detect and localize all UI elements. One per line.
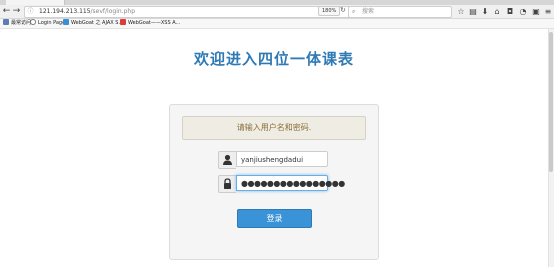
menu-icon[interactable]: ≡ <box>543 6 553 17</box>
url-path: /sevf/login.php <box>90 8 135 15</box>
page-title: 欢迎进入四位一体课表 <box>193 50 354 68</box>
password-input[interactable]: ●●●●●●●●●●●●●●●● <box>236 175 345 191</box>
login-button[interactable]: 登录 <box>237 209 312 228</box>
user-icon <box>223 154 232 165</box>
webgoat-icon <box>63 19 69 25</box>
extension-icon[interactable]: ▣ <box>531 6 541 17</box>
bookmarks-bar: 最常访问 Login Page WebGoat 之 AJAX S... WebG… <box>0 19 554 29</box>
bookmark-login-page[interactable]: Login Page <box>30 19 65 28</box>
username-input[interactable]: yanjiushengdadui <box>236 151 328 167</box>
url-text: 121.194.213.115/sevf/login.php <box>39 7 135 17</box>
star-icon[interactable]: ☆ <box>456 6 466 17</box>
url-host: 121.194.213.115 <box>39 8 91 15</box>
navigation-bar: ← → ⓘ 121.194.213.115/sevf/login.php 180… <box>0 5 554 19</box>
info-icon[interactable]: ⓘ <box>26 6 35 17</box>
url-bar[interactable]: ⓘ 121.194.213.115/sevf/login.php <box>24 6 366 18</box>
scrollbar-thumb[interactable] <box>549 32 553 172</box>
password-addon <box>218 175 236 193</box>
search-placeholder: 搜索 <box>362 8 375 15</box>
webgoat-xss-icon <box>120 19 126 25</box>
pocket-icon[interactable]: ◘ <box>505 6 515 17</box>
home-icon[interactable]: ⌂ <box>492 6 502 17</box>
login-alert: 请输入用户名和密码. <box>182 116 366 140</box>
bookmark-folder-icon <box>3 19 9 25</box>
reload-icon[interactable]: ↻ <box>340 5 346 15</box>
forward-icon[interactable]: → <box>12 6 21 17</box>
bookmark-webgoat-xss[interactable]: WebGoat——XSS A... <box>120 19 180 28</box>
globe-icon <box>30 19 36 25</box>
back-icon[interactable]: ← <box>2 6 11 17</box>
zoom-level[interactable]: 180% <box>318 6 341 16</box>
lock-icon <box>224 178 231 189</box>
search-input[interactable]: ⌕ 搜索 <box>348 6 452 18</box>
search-icon: ⌕ <box>352 8 356 15</box>
bookmark-most-visited[interactable]: 最常访问 <box>3 19 31 28</box>
clipboard-icon[interactable]: ▤ <box>468 6 478 17</box>
username-addon <box>218 151 236 169</box>
download-icon[interactable]: ⬇ <box>480 6 490 17</box>
chat-icon[interactable]: ◔ <box>518 6 528 17</box>
bookmark-webgoat-ajax[interactable]: WebGoat 之 AJAX S... <box>63 19 123 28</box>
